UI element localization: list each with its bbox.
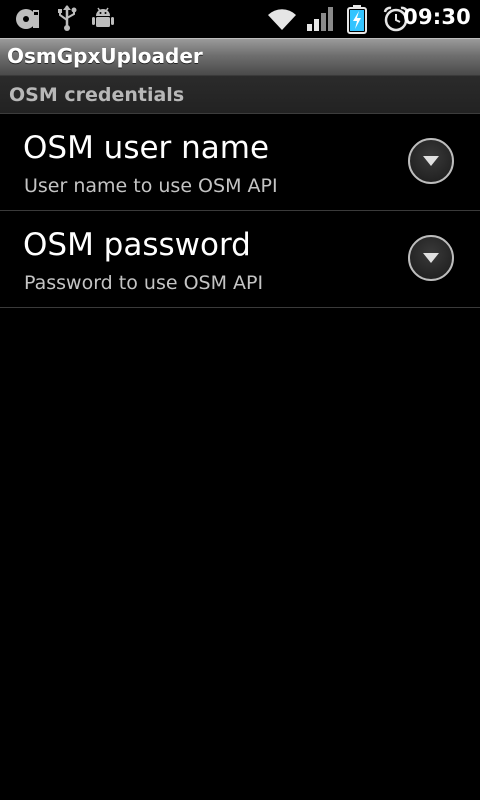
dropdown-button[interactable] [408,138,454,184]
battery-charging-icon [346,4,368,38]
status-bar: 09:30 [0,0,480,38]
settings-screen: 09:30 OsmGpxUploader OSM credentials OSM… [0,0,480,800]
pref-title: OSM user name [23,130,270,166]
app-title-bar: OsmGpxUploader [0,38,480,75]
dropdown-arrow-icon [423,253,439,263]
pref-title: OSM password [23,227,251,263]
pref-osm-password[interactable]: OSM password Password to use OSM API [0,211,480,308]
signal-icon [306,6,334,36]
sd-card-icon [14,7,42,35]
usb-icon [56,5,78,35]
app-title: OsmGpxUploader [7,44,203,68]
wifi-icon [266,6,298,36]
status-time: 09:30 [403,5,471,29]
pref-summary: Password to use OSM API [24,272,264,294]
preference-category-header: OSM credentials [0,75,480,114]
dropdown-button[interactable] [408,235,454,281]
dropdown-arrow-icon [423,156,439,166]
android-debug-icon [91,6,115,34]
pref-osm-user-name[interactable]: OSM user name User name to use OSM API [0,114,480,211]
pref-summary: User name to use OSM API [24,175,278,197]
category-label: OSM credentials [9,84,185,106]
